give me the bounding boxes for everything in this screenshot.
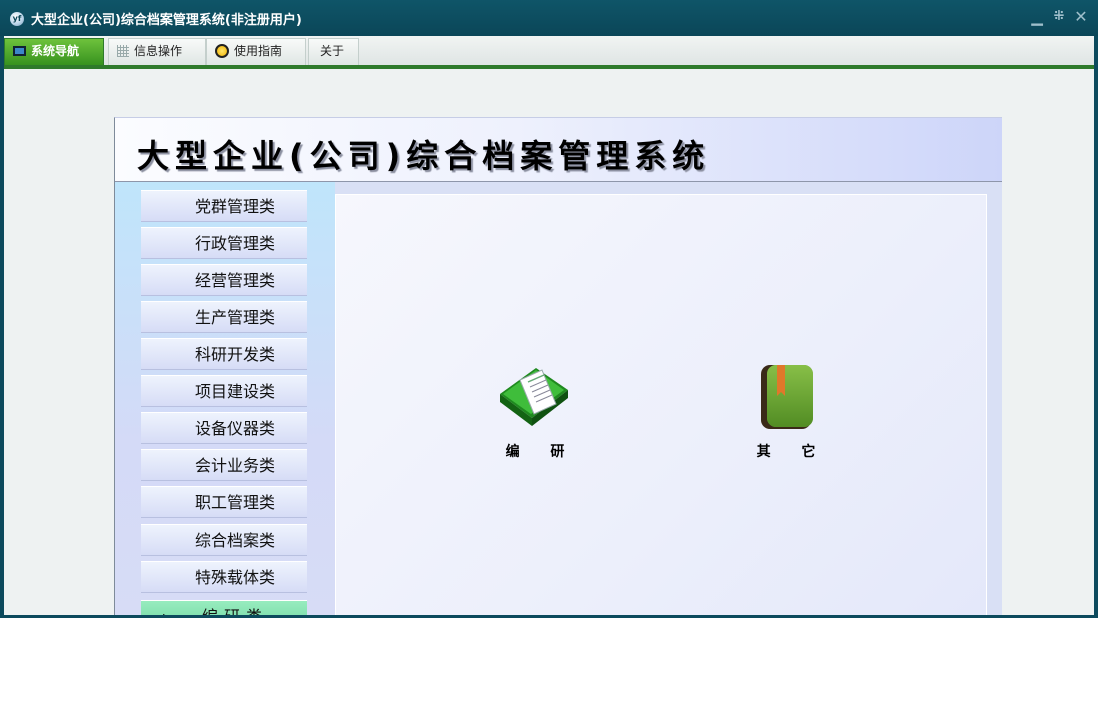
sidebar-item-party[interactable]: 党群管理类 (141, 190, 307, 222)
client-area: 系统导航 信息操作 使用指南 关于 大型企业(公司)综合档案管理系统 党群管理类… (4, 36, 1094, 615)
tile-label: 编 研 (505, 444, 565, 460)
main-panel: 大型企业(公司)综合档案管理系统 党群管理类 行政管理类 经营管理类 生产管理类… (114, 117, 1002, 615)
minimize-icon[interactable]: ▁ (1030, 9, 1044, 25)
monitor-icon (13, 45, 26, 56)
sidebar-item-label: 编研类 (202, 607, 268, 615)
sidebar-item-special-media[interactable]: 特殊载体类 (141, 561, 307, 593)
tab-about[interactable]: 关于 (308, 38, 359, 65)
app-window: yf 大型企业(公司)综合档案管理系统(非注册用户) ▁ ⁜ ✕ 系统导航 信息… (0, 0, 1098, 618)
tab-label: 信息操作 (134, 44, 183, 58)
window-title: 大型企业(公司)综合档案管理系统(非注册用户) (31, 13, 302, 28)
banner-title: 大型企业(公司)综合档案管理系统 (137, 137, 711, 175)
tab-system-navigation[interactable]: 系统导航 (4, 38, 104, 65)
tab-user-guide[interactable]: 使用指南 (206, 38, 306, 65)
title-bar[interactable]: yf 大型企业(公司)综合档案管理系统(非注册用户) ▁ ⁜ ✕ (0, 0, 1098, 36)
category-sidebar: 党群管理类 行政管理类 经营管理类 生产管理类 科研开发类 项目建设类 设备仪器… (115, 182, 335, 615)
sidebar-item-research[interactable]: 科研开发类 (141, 338, 307, 370)
help-icon (215, 43, 229, 58)
banner: 大型企业(公司)综合档案管理系统 (115, 118, 1002, 182)
sidebar-item-staff[interactable]: 职工管理类 (141, 486, 307, 518)
tab-label: 关于 (320, 44, 345, 58)
app-logo-icon: yf (10, 12, 24, 26)
sidebar-item-production[interactable]: 生产管理类 (141, 301, 307, 333)
sidebar-item-accounting[interactable]: 会计业务类 (141, 449, 307, 481)
tile-compilation[interactable]: 编 研 (490, 360, 580, 470)
tab-label: 使用指南 (234, 44, 283, 58)
sidebar-item-administration[interactable]: 行政管理类 (141, 227, 307, 259)
tab-label: 系统导航 (31, 44, 80, 58)
tile-label: 其 它 (756, 444, 816, 460)
green-book-icon (500, 368, 568, 426)
tile-other[interactable]: 其 它 (741, 360, 831, 470)
menu-bar: 系统导航 信息操作 使用指南 关于 (4, 36, 1094, 69)
sidebar-item-equipment[interactable]: 设备仪器类 (141, 412, 307, 444)
sidebar-item-operations[interactable]: 经营管理类 (141, 264, 307, 296)
close-icon[interactable]: ✕ (1074, 9, 1088, 25)
selected-arrow-icon: ▸ (163, 601, 170, 615)
sidebar-item-projects[interactable]: 项目建设类 (141, 375, 307, 407)
tab-info-operation[interactable]: 信息操作 (108, 38, 206, 65)
bookmark-book-icon (761, 365, 813, 429)
grid-icon (117, 44, 129, 57)
restore-icon[interactable]: ⁜ (1052, 9, 1066, 25)
sidebar-item-compilation[interactable]: ▸ 编研类 (141, 600, 307, 615)
content-area: 编 研 其 它 (335, 194, 987, 615)
sidebar-item-general-archives[interactable]: 综合档案类 (141, 524, 307, 556)
